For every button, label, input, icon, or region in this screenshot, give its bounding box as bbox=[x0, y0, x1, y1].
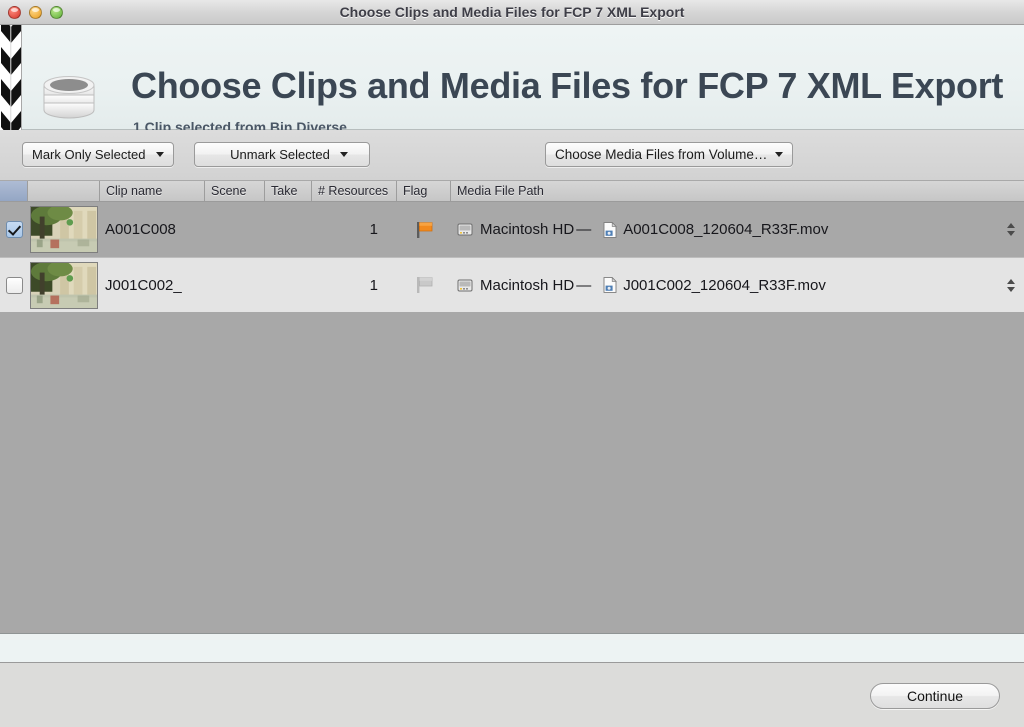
banner-title: Choose Clips and Media Files for FCP 7 X… bbox=[131, 65, 1004, 106]
title-bar: Choose Clips and Media Files for FCP 7 X… bbox=[0, 0, 1024, 25]
row-resources: 1 bbox=[369, 276, 378, 294]
path-separator: — bbox=[576, 221, 592, 238]
row-flag-cell[interactable] bbox=[397, 258, 451, 313]
stepper-up-icon[interactable] bbox=[1007, 278, 1015, 284]
choose-volume-label: Choose Media Files from Volume… bbox=[555, 147, 768, 162]
stepper-down-icon[interactable] bbox=[1007, 231, 1015, 236]
row-stepper-cell[interactable] bbox=[998, 202, 1024, 257]
chevron-down-icon bbox=[775, 152, 783, 157]
dialog-footer: Continue bbox=[0, 663, 1024, 727]
row-thumbnail-cell bbox=[28, 258, 100, 313]
table-column-header: Clip name Scene Take # Resources Flag Me… bbox=[0, 181, 1024, 202]
column-header-clip-name[interactable]: Clip name bbox=[100, 181, 205, 201]
traffic-lights bbox=[8, 6, 63, 19]
mark-only-selected-popup[interactable]: Mark Only Selected bbox=[22, 142, 174, 167]
mark-only-selected-label: Mark Only Selected bbox=[32, 147, 146, 162]
path-separator: — bbox=[576, 276, 592, 294]
window-title: Choose Clips and Media Files for FCP 7 X… bbox=[339, 4, 685, 20]
row-flag-cell[interactable] bbox=[397, 202, 451, 257]
column-header-take[interactable]: Take bbox=[265, 181, 312, 201]
row-scene bbox=[205, 202, 265, 257]
column-header-thumbnail[interactable] bbox=[28, 181, 100, 201]
row-clip-name: A001C008 bbox=[105, 221, 176, 238]
row-checkbox-cell[interactable] bbox=[0, 202, 28, 257]
clip-table-body[interactable]: A001C008 1 Macintosh HD — A001C008_12060… bbox=[0, 202, 1024, 633]
toolbar: Mark Only Selected Unmark Selected Choos… bbox=[0, 130, 1024, 295]
column-header-flag[interactable]: Flag bbox=[397, 181, 451, 201]
zoom-button[interactable] bbox=[50, 6, 63, 19]
row-take bbox=[265, 258, 312, 313]
flag-icon bbox=[415, 221, 434, 239]
status-band bbox=[0, 633, 1024, 663]
hard-drive-icon bbox=[457, 222, 473, 237]
clip-thumbnail bbox=[30, 261, 98, 309]
movie-document-icon bbox=[603, 221, 618, 238]
minimize-button[interactable] bbox=[29, 6, 42, 19]
volume-name: Macintosh HD bbox=[480, 276, 575, 294]
row-clip-name: J001C002_ bbox=[105, 276, 182, 294]
column-header-media-file-path[interactable]: Media File Path bbox=[451, 181, 1024, 201]
media-file-name: J001C002_120604_R33F.mov bbox=[623, 276, 826, 294]
chevron-down-icon bbox=[340, 152, 348, 157]
row-media-file-path: Macintosh HD — J001C002_120604_R33F.mov bbox=[451, 258, 998, 313]
row-checkbox[interactable] bbox=[5, 276, 23, 294]
table-row[interactable]: A001C008 1 Macintosh HD — A001C008_12060… bbox=[0, 202, 1024, 257]
close-button[interactable] bbox=[8, 6, 21, 19]
row-resources: 1 bbox=[369, 221, 378, 238]
resource-stepper[interactable] bbox=[1007, 223, 1015, 236]
volume-name: Macintosh HD bbox=[480, 221, 575, 238]
row-stepper-cell[interactable] bbox=[998, 258, 1024, 313]
dialog-window: Choose Clips and Media Files for FCP 7 X… bbox=[0, 0, 1024, 727]
column-header-checkbox[interactable] bbox=[0, 181, 28, 201]
row-checkbox-cell[interactable] bbox=[0, 258, 28, 313]
choose-volume-popup[interactable]: Choose Media Files from Volume… bbox=[545, 142, 793, 167]
banner-header: Choose Clips and Media Files for FCP 7 X… bbox=[0, 25, 1024, 135]
chevron-down-icon bbox=[156, 152, 164, 157]
stepper-down-icon[interactable] bbox=[1007, 286, 1015, 292]
table-row[interactable]: J001C002_ 1 Macintosh HD — J001C002_1206… bbox=[0, 257, 1024, 312]
column-header-resources[interactable]: # Resources bbox=[312, 181, 397, 201]
unmark-selected-popup[interactable]: Unmark Selected bbox=[194, 142, 370, 167]
continue-button[interactable]: Continue bbox=[870, 683, 1000, 709]
clip-thumbnail bbox=[30, 206, 98, 253]
row-take bbox=[265, 202, 312, 257]
row-media-file-path: Macintosh HD — A001C008_120604_R33F.mov bbox=[451, 202, 998, 257]
row-checkbox[interactable] bbox=[5, 221, 23, 238]
unmark-selected-label: Unmark Selected bbox=[230, 147, 330, 162]
movie-document-icon bbox=[603, 276, 618, 293]
chevron-stripe-decoration bbox=[0, 25, 22, 130]
database-stack-icon bbox=[38, 71, 100, 121]
column-header-scene[interactable]: Scene bbox=[205, 181, 265, 201]
row-thumbnail-cell bbox=[28, 202, 100, 257]
media-file-name: A001C008_120604_R33F.mov bbox=[623, 221, 829, 238]
hard-drive-icon bbox=[457, 278, 473, 293]
resource-stepper[interactable] bbox=[1007, 278, 1015, 292]
stepper-up-icon[interactable] bbox=[1007, 223, 1015, 228]
flag-icon bbox=[415, 276, 434, 294]
row-scene bbox=[205, 258, 265, 313]
